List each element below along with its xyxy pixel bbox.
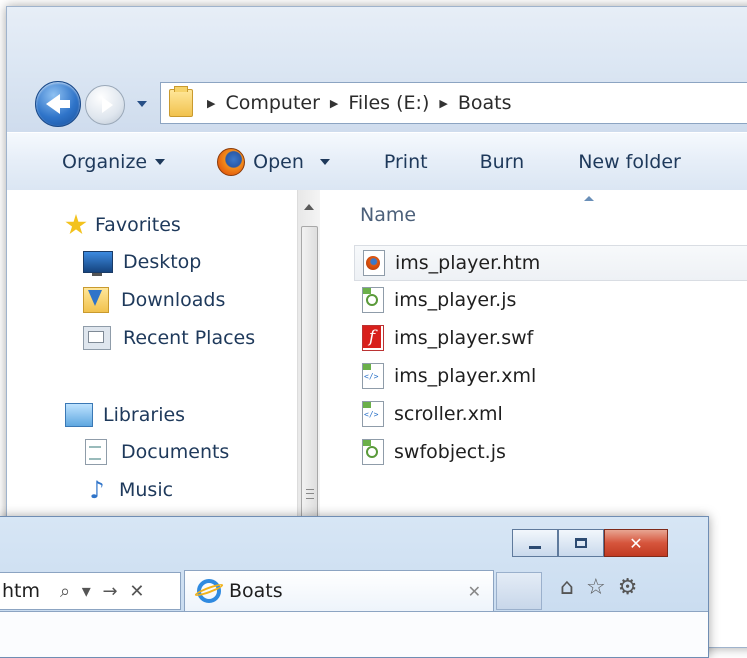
back-button[interactable] [35,81,81,127]
libraries-icon [65,403,93,427]
sidebar-item-libraries[interactable]: Libraries [65,400,185,430]
xml-file-icon [362,363,384,389]
sidebar-item-label: Favorites [95,214,181,236]
file-name: swfobject.js [394,441,506,463]
gear-icon[interactable]: ⚙ [618,575,638,600]
burn-label: Burn [479,150,525,173]
sort-ascending-icon [584,196,594,201]
close-icon: ✕ [629,533,643,553]
new-folder-button[interactable]: New folder [538,133,695,190]
grip-icon [306,489,314,499]
file-name: ims_player.js [394,289,517,311]
maximize-icon [575,538,587,548]
tab-boats[interactable]: Boats ✕ [184,570,494,611]
organize-button[interactable]: Organize [7,133,179,190]
file-row[interactable]: ims_player.swf [354,321,747,355]
minimize-icon [529,545,541,549]
file-row[interactable]: ims_player.js [354,283,747,317]
file-name: ims_player.htm [395,252,541,274]
script-file-icon [362,287,384,313]
address-bar[interactable]: ▶ Computer ▶ Files (E:) ▶ Boats [160,82,747,124]
file-row[interactable]: ims_player.htm [354,245,747,281]
file-name: scroller.xml [394,403,503,425]
forward-button[interactable] [85,85,125,125]
sidebar-item-desktop[interactable]: Desktop [83,247,201,277]
new-folder-label: New folder [578,150,681,173]
file-name: ims_player.xml [394,365,537,387]
close-button[interactable]: ✕ [604,529,668,557]
recent-places-icon [83,326,111,350]
firefox-icon [217,147,246,176]
ie-logo-icon [197,579,221,603]
recent-pages-dropdown[interactable] [137,101,147,107]
tab-title: Boats [229,580,283,602]
open-label: Open [253,150,304,173]
column-header-name[interactable]: Name [360,204,416,226]
minimize-button[interactable] [512,529,558,557]
open-button[interactable]: Open [179,133,344,190]
file-name: ims_player.swf [394,327,534,349]
ie-toolbar-icons: ⌂ ☆ ⚙ [560,575,637,600]
breadcrumb-computer[interactable]: Computer [225,92,323,114]
ie-content-area [0,611,708,657]
breadcrumb-arrow-icon[interactable]: ▶ [207,97,215,110]
file-row[interactable]: ims_player.xml [354,359,747,393]
firefox-html-icon [363,250,385,276]
burn-button[interactable]: Burn [442,133,539,190]
documents-icon [85,439,107,465]
sidebar-item-label: Libraries [103,404,186,426]
breadcrumb-files-drive[interactable]: Files (E:) [348,92,433,114]
scroll-up-arrow-icon[interactable] [304,204,314,210]
sidebar-item-label: Music [119,479,174,501]
address-controls-icons[interactable]: ⌕ ▾ → ✕ [60,581,147,602]
new-tab-button[interactable] [496,572,542,610]
flash-file-icon [362,325,384,351]
music-icon: ♪ [89,476,105,504]
xml-file-icon [362,401,384,427]
command-bar: Organize Open Print Burn New folder [7,132,747,191]
sidebar-item-label: Downloads [121,289,226,311]
downloads-folder-icon [83,287,109,313]
explorer-title-area: ▶ Computer ▶ Files (E:) ▶ Boats [7,7,747,132]
file-row[interactable]: swfobject.js [354,435,747,469]
maximize-button[interactable] [558,529,604,557]
sidebar-item-label: Recent Places [123,327,256,349]
ie-address-bar[interactable]: htm ⌕ ▾ → ✕ [0,572,181,610]
home-icon[interactable]: ⌂ [560,575,574,600]
breadcrumb-boats[interactable]: Boats [458,92,516,114]
breadcrumb-arrow-icon[interactable]: ▶ [330,97,338,110]
favorites-star-icon[interactable]: ☆ [586,575,606,600]
script-file-icon [362,439,384,465]
file-row[interactable]: scroller.xml [354,397,747,431]
tab-close-icon[interactable]: ✕ [468,582,481,601]
star-icon [65,214,87,235]
sidebar-item-recent-places[interactable]: Recent Places [83,323,255,353]
address-text[interactable]: htm [0,580,52,602]
sidebar-item-label: Desktop [123,251,202,273]
organize-label: Organize [62,150,148,173]
internet-explorer-window: ✕ htm ⌕ ▾ → ✕ Boats ✕ ⌂ ☆ ⚙ [0,516,709,658]
chevron-down-icon [155,158,166,165]
print-label: Print [383,150,428,173]
chevron-down-icon [319,158,330,165]
sidebar-item-documents[interactable]: Documents [85,437,229,467]
sidebar-item-label: Documents [121,441,230,463]
sidebar-item-favorites[interactable]: Favorites [65,210,181,240]
window-caption-buttons: ✕ [512,529,668,557]
folder-icon [169,86,193,117]
breadcrumb-arrow-icon[interactable]: ▶ [439,97,447,110]
sidebar-item-music[interactable]: ♪ Music [85,475,173,505]
sidebar-item-downloads[interactable]: Downloads [83,285,225,315]
desktop-icon [83,251,113,276]
print-button[interactable]: Print [344,133,442,190]
